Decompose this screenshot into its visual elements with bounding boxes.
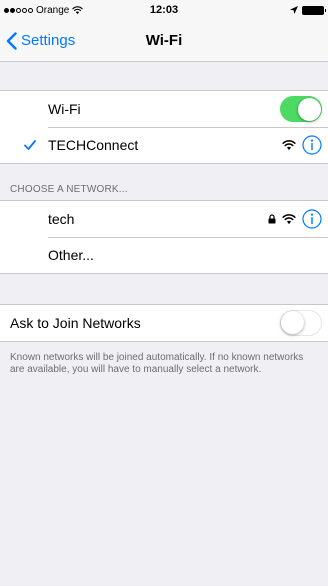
ask-to-join-toggle[interactable] (280, 310, 322, 336)
info-icon[interactable] (302, 135, 322, 155)
ask-to-join-footer: Known networks will be joined automatica… (10, 352, 304, 375)
wifi-label: Wi-Fi (48, 101, 81, 117)
status-left: Orange (4, 4, 84, 16)
location-arrow-icon (290, 6, 298, 14)
status-bar: Orange 12:03 (0, 0, 328, 20)
network-row-other[interactable]: Other... (0, 237, 328, 273)
wifi-signal-icon (282, 139, 296, 150)
carrier-name: Orange (36, 4, 70, 16)
status-right (290, 5, 326, 15)
networks-group: tech Other... (0, 200, 328, 274)
ask-to-join-row: Ask to Join Networks (0, 305, 328, 341)
back-button-label: Settings (21, 32, 76, 49)
chevron-left-icon (6, 31, 17, 50)
connected-network-name: TECHConnect (48, 137, 139, 153)
battery-icon (302, 5, 326, 15)
connected-network-row[interactable]: TECHConnect (0, 127, 328, 163)
network-name: Other... (48, 247, 94, 263)
navigation-bar: Settings Wi-Fi (0, 20, 328, 62)
checkmark-icon (24, 137, 36, 153)
wifi-signal-icon (282, 213, 296, 224)
wifi-toggle-row: Wi-Fi (0, 91, 328, 127)
lock-icon (268, 214, 276, 224)
wifi-status-icon (72, 5, 84, 14)
signal-strength-icon (4, 7, 33, 13)
ask-to-join-label: Ask to Join Networks (10, 315, 141, 331)
choose-network-header: CHOOSE A NETWORK... (10, 184, 128, 195)
back-button[interactable]: Settings (0, 31, 76, 50)
network-name: tech (48, 211, 75, 227)
ask-to-join-group: Ask to Join Networks (0, 304, 328, 342)
network-row-tech[interactable]: tech (0, 201, 328, 237)
wifi-toggle[interactable] (280, 96, 322, 122)
wifi-group: Wi-Fi TECHConnect (0, 90, 328, 164)
info-icon[interactable] (302, 209, 322, 229)
